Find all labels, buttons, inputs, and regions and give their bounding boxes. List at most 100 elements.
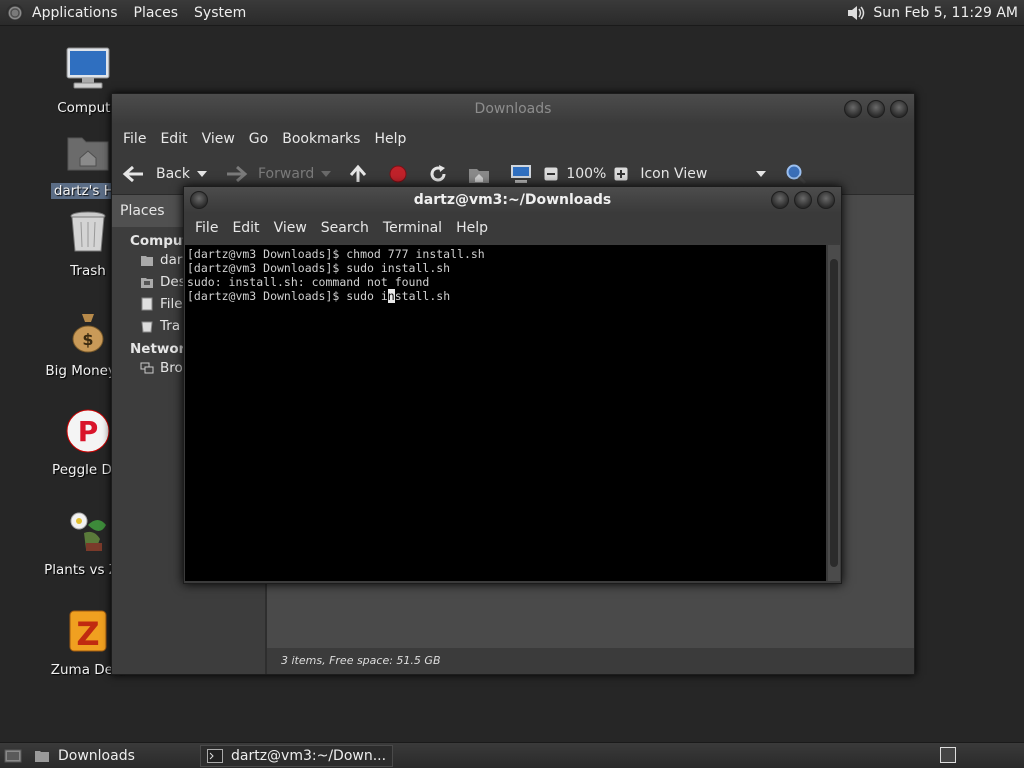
back-history-dropdown[interactable] [196, 170, 208, 178]
distro-logo-icon[interactable] [6, 3, 24, 22]
chevron-down-icon [756, 171, 767, 177]
desktop-folder-icon [141, 278, 153, 288]
maximize-button[interactable] [867, 100, 885, 118]
terminal-screen[interactable]: [dartz@vm3 Downloads]$ chmod 777 install… [185, 245, 826, 581]
home-folder-icon [469, 169, 490, 183]
search-button[interactable] [785, 163, 807, 185]
arrow-right-icon [227, 165, 248, 183]
home-folder-icon [67, 137, 109, 171]
terminal-line: [dartz@vm3 Downloads]$ sudo install.sh [187, 261, 451, 275]
zuma-icon: Z [69, 610, 107, 653]
panel-tray: Sun Feb 5, 11:29 AM [845, 0, 1020, 25]
taskbar-item-label: dartz@vm3:~/Down... [231, 747, 387, 764]
home-button[interactable] [468, 164, 490, 184]
prompt-text-after-cursor: stall.sh [394, 289, 451, 303]
plants-vs-zombies-icon [70, 512, 106, 551]
terminal-scrollbar[interactable] [828, 245, 840, 581]
search-icon [786, 164, 807, 185]
sidebar-item-label: Des [160, 274, 186, 290]
menu-help[interactable]: Help [449, 220, 495, 236]
close-button[interactable] [890, 100, 908, 118]
close-button[interactable] [817, 191, 835, 209]
sidebar-item-label: File [160, 296, 183, 312]
system-menu[interactable]: System [186, 5, 254, 21]
taskbar-item-terminal[interactable]: dartz@vm3:~/Down... [200, 744, 394, 767]
arrow-up-icon [350, 164, 367, 182]
menu-edit[interactable]: Edit [225, 220, 266, 236]
money-bag-icon: $ [72, 314, 104, 353]
svg-text:P: P [78, 415, 99, 448]
zoom-out-icon [544, 167, 558, 181]
chevron-down-icon [321, 171, 332, 177]
computer-button[interactable] [510, 164, 532, 184]
text-cursor: n [387, 289, 395, 303]
volume-icon[interactable] [845, 4, 867, 22]
peggle-icon: P [66, 409, 110, 453]
menu-bookmarks[interactable]: Bookmarks [275, 131, 367, 147]
forward-label: Forward [258, 166, 315, 182]
scrollbar-thumb[interactable] [830, 259, 838, 567]
reload-icon [430, 165, 446, 182]
taskbar-item-downloads[interactable]: Downloads [28, 745, 200, 767]
forward-button[interactable]: Forward [224, 165, 314, 183]
show-desktop-button[interactable] [0, 745, 28, 767]
sidebar-item-label: Bro [160, 360, 183, 376]
network-icon [140, 362, 154, 374]
minimize-button[interactable] [844, 100, 862, 118]
menu-go[interactable]: Go [242, 131, 275, 147]
menu-file[interactable]: File [188, 220, 225, 236]
forward-history-dropdown[interactable] [320, 170, 332, 178]
drive-icon [141, 297, 153, 311]
computer-icon [66, 47, 110, 89]
zoom-in-icon [614, 167, 628, 181]
view-mode-label: Icon View [640, 166, 708, 182]
reload-button[interactable] [428, 164, 448, 184]
zoom-level[interactable]: 100% [566, 166, 606, 182]
terminal-titlebar[interactable]: dartz@vm3:~/Downloads [184, 187, 841, 213]
maximize-button[interactable] [794, 191, 812, 209]
menu-edit[interactable]: Edit [153, 131, 194, 147]
places-menu[interactable]: Places [126, 5, 187, 21]
menu-terminal[interactable]: Terminal [376, 220, 449, 236]
stop-button[interactable] [388, 164, 408, 184]
file-manager-titlebar[interactable]: Downloads [112, 94, 914, 124]
trash-icon [70, 211, 106, 252]
folder-icon [35, 750, 49, 762]
menu-view[interactable]: View [195, 131, 242, 147]
menu-search[interactable]: Search [314, 220, 376, 236]
terminal-window: dartz@vm3:~/Downloads File Edit View Sea… [183, 186, 842, 584]
trash-icon [141, 321, 153, 333]
bottom-panel: Downloads dartz@vm3:~/Down... [0, 742, 1024, 768]
applications-menu[interactable]: Applications [24, 5, 126, 21]
clock[interactable]: Sun Feb 5, 11:29 AM [873, 5, 1020, 21]
svg-text:$: $ [82, 330, 93, 349]
taskbar-item-label: Downloads [58, 747, 135, 764]
menu-help[interactable]: Help [367, 131, 413, 147]
up-button[interactable] [348, 164, 368, 184]
sidebar-item-label: dar [160, 252, 183, 268]
terminal-line: [dartz@vm3 Downloads]$ chmod 777 install… [187, 247, 485, 261]
zoom-out-button[interactable] [544, 167, 558, 181]
home-folder-icon [141, 256, 153, 266]
window-title: Downloads [474, 101, 552, 117]
arrow-left-icon [122, 165, 143, 183]
top-panel: Applications Places System Sun Feb 5, 11… [0, 0, 1024, 26]
file-manager-menubar: File Edit View Go Bookmarks Help [112, 124, 914, 154]
back-label: Back [156, 166, 190, 182]
terminal-prompt-line: [dartz@vm3 Downloads]$ sudo install.sh [187, 289, 826, 303]
zoom-in-button[interactable] [614, 167, 628, 181]
workspace-switcher[interactable] [940, 747, 956, 763]
window-title: dartz@vm3:~/Downloads [413, 192, 612, 208]
terminal-line: sudo: install.sh: command not found [187, 275, 430, 289]
view-mode-select[interactable]: Icon View [640, 166, 767, 182]
menu-file[interactable]: File [116, 131, 153, 147]
window-menu-button[interactable] [190, 191, 208, 209]
minimize-button[interactable] [771, 191, 789, 209]
terminal-menubar: File Edit View Search Terminal Help [184, 213, 841, 243]
back-button[interactable]: Back [122, 165, 190, 183]
menu-view[interactable]: View [267, 220, 314, 236]
svg-text:Z: Z [76, 615, 99, 653]
chevron-down-icon [197, 171, 207, 177]
prompt-text: [dartz@vm3 Downloads]$ sudo i [187, 289, 388, 303]
terminal-icon [207, 748, 223, 763]
